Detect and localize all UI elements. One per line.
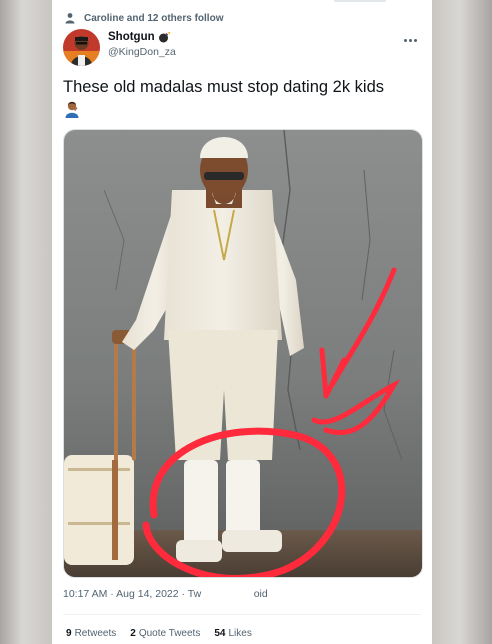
- tweet-photo[interactable]: [63, 129, 423, 578]
- bomb-icon: [158, 32, 171, 43]
- tweet-timestamp[interactable]: 10:17 AM · Aug 14, 2022 · Tw oid: [63, 588, 268, 600]
- display-name-text: Shotgun: [108, 31, 155, 43]
- photo-content: [64, 130, 422, 577]
- previous-element-edge: [334, 0, 386, 2]
- likes-count[interactable]: 54 Likes: [214, 628, 251, 639]
- quote-tweets-count[interactable]: 2 Quote Tweets: [130, 628, 200, 639]
- tweet-card: Caroline and 12 others follow Shotgun @K…: [52, 0, 432, 644]
- tweet-time: 10:17 AM: [63, 588, 108, 600]
- tweet-text-content: These old madalas must stop dating 2k ki…: [63, 78, 385, 96]
- person-icon: [65, 13, 75, 24]
- more-icon: [403, 38, 407, 42]
- more-options-button[interactable]: [398, 32, 422, 48]
- author-block[interactable]: Shotgun @KingDon_za: [108, 31, 176, 58]
- display-name[interactable]: Shotgun: [108, 31, 176, 43]
- facepalm-person-icon: [65, 101, 79, 118]
- social-context[interactable]: Caroline and 12 others follow: [64, 12, 223, 24]
- tweet-text: These old madalas must stop dating 2k ki…: [63, 76, 419, 118]
- social-context-text: Caroline and 12 others follow: [84, 12, 224, 24]
- divider: [63, 614, 421, 615]
- tweet-date: Aug 14, 2022: [116, 588, 179, 600]
- handle[interactable]: @KingDon_za: [108, 46, 176, 58]
- retweets-count[interactable]: 9 Retweets: [66, 628, 116, 639]
- tweet-stats: 9 Retweets 2 Quote Tweets 54 Likes: [66, 628, 266, 639]
- tweet-client[interactable]: Tw oid: [188, 588, 268, 600]
- avatar[interactable]: [63, 29, 100, 66]
